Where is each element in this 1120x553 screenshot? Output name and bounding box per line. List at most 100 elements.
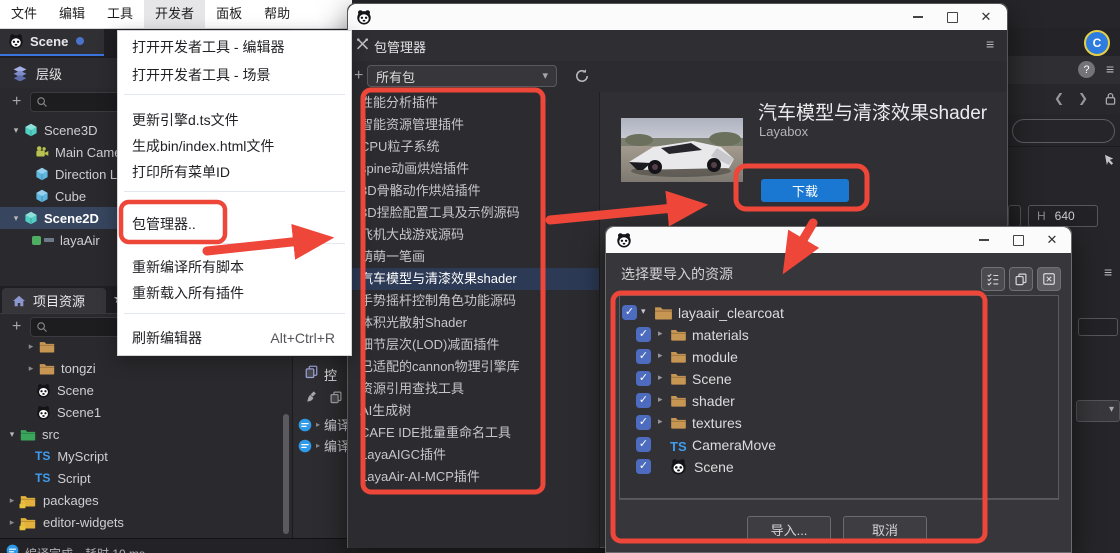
impdlg-titlebar[interactable]: ✕ bbox=[606, 227, 1071, 253]
tree-item-packages[interactable]: ▸ packages bbox=[0, 489, 298, 511]
menu-tools[interactable]: 工具 bbox=[96, 0, 144, 28]
minimize-button[interactable] bbox=[901, 4, 935, 30]
height-field[interactable]: H 640 bbox=[1028, 205, 1098, 227]
package-item[interactable]: LayaAir-AI-MCP插件 bbox=[348, 466, 599, 488]
close-button[interactable]: ✕ bbox=[969, 4, 1003, 30]
expand-caret-icon[interactable]: ▸ bbox=[658, 416, 663, 427]
minimize-button[interactable] bbox=[967, 227, 1001, 253]
package-item[interactable]: 3D骨骼动作烘焙插件 bbox=[348, 180, 599, 202]
inspector-dropdown-partial[interactable]: ▾ bbox=[1076, 400, 1120, 422]
expand-caret-icon[interactable]: ▾ bbox=[6, 429, 18, 440]
log-expand-icon[interactable]: ▸ bbox=[312, 441, 324, 450]
menu-developer[interactable]: 开发者 bbox=[144, 0, 205, 28]
menu-item-update-dts[interactable]: 更新引擎d.ts文件 bbox=[118, 107, 351, 133]
menu-item-refresh-editor[interactable]: 刷新编辑器 Alt+Ctrl+R bbox=[118, 325, 351, 351]
package-item[interactable]: 智能资源管理插件 bbox=[348, 114, 599, 136]
lock-icon[interactable] bbox=[1103, 91, 1118, 106]
tab-project-resources[interactable]: 项目资源 bbox=[2, 288, 106, 313]
pkg-tab-label[interactable]: 包管理器 bbox=[374, 37, 426, 56]
checkbox-checked[interactable]: ✓ bbox=[622, 305, 637, 320]
package-item[interactable]: 性能分析插件 bbox=[348, 92, 599, 114]
w-field-sliver[interactable] bbox=[1008, 205, 1021, 227]
package-item[interactable]: 已适配的cannon物理引擎库 bbox=[348, 356, 599, 378]
checkbox-checked[interactable]: ✓ bbox=[636, 415, 651, 430]
copy-selection-icon[interactable] bbox=[1009, 267, 1033, 291]
package-item[interactable]: LayaAIGC插件 bbox=[348, 444, 599, 466]
add-asset-button[interactable]: + bbox=[12, 319, 21, 335]
hamburger-menu-icon[interactable]: ≡ bbox=[1106, 61, 1114, 77]
tree-item-scene-asset[interactable]: Scene bbox=[0, 379, 328, 401]
close-button[interactable]: ✕ bbox=[1035, 227, 1069, 253]
expand-caret-icon[interactable]: ▾ bbox=[641, 306, 646, 317]
checkbox-checked[interactable]: ✓ bbox=[636, 327, 651, 342]
menu-item-open-devtools-scene[interactable]: 打开开发者工具 - 场景 bbox=[118, 62, 351, 88]
menu-item-print-menu-ids[interactable]: 打印所有菜单ID bbox=[118, 159, 351, 185]
menu-panel[interactable]: 面板 bbox=[205, 0, 253, 28]
project-scrollbar[interactable] bbox=[283, 414, 289, 534]
checkbox-checked[interactable]: ✓ bbox=[636, 371, 651, 386]
package-filter-select[interactable]: 所有包 ▾ bbox=[367, 65, 557, 87]
clear-selection-icon[interactable] bbox=[1037, 267, 1061, 291]
import-row[interactable]: ✓ ▸ Scene bbox=[620, 368, 1058, 390]
expand-caret-icon[interactable]: ▾ bbox=[10, 213, 22, 224]
expand-caret-icon[interactable]: ▸ bbox=[658, 350, 663, 361]
import-row-cameramove[interactable]: ✓ TS CameraMove bbox=[620, 434, 1058, 456]
menu-item-package-manager[interactable]: 包管理器.. bbox=[118, 209, 351, 239]
inspector-field-partial[interactable] bbox=[1078, 318, 1118, 336]
menu-item-reload-plugins[interactable]: 重新载入所有插件 bbox=[118, 280, 351, 306]
tree-item-tongzi[interactable]: ▸ tongzi bbox=[0, 357, 317, 379]
clear-console-broom-icon[interactable] bbox=[305, 390, 319, 404]
expand-caret-icon[interactable]: ▸ bbox=[25, 363, 37, 374]
expand-caret-icon[interactable]: ▸ bbox=[658, 372, 663, 383]
add-node-button[interactable]: + bbox=[12, 94, 21, 110]
package-item[interactable]: 细节层次(LOD)减面插件 bbox=[348, 334, 599, 356]
package-item[interactable]: 飞机大战游戏源码 bbox=[348, 224, 599, 246]
menu-item-open-devtools-editor[interactable]: 打开开发者工具 - 编辑器 bbox=[118, 34, 351, 60]
pkg-panel-menu-icon[interactable]: ≡ bbox=[986, 36, 994, 52]
package-item[interactable]: 体积光散射Shader bbox=[348, 312, 599, 334]
log-entry[interactable]: ▸ 编译 bbox=[298, 436, 350, 455]
tab-scene[interactable]: Scene bbox=[0, 28, 104, 56]
import-row-root[interactable]: ✓ ▾ layaair_clearcoat bbox=[620, 302, 1058, 324]
menu-help[interactable]: 帮助 bbox=[253, 0, 301, 28]
package-item[interactable]: 手势摇杆控制角色功能源码 bbox=[348, 290, 599, 312]
package-item[interactable]: 资源引用查找工具 bbox=[348, 378, 599, 400]
select-all-checklist-icon[interactable] bbox=[981, 267, 1005, 291]
menu-item-generate-index[interactable]: 生成bin/index.html文件 bbox=[118, 133, 351, 159]
inspector-name-input[interactable] bbox=[1012, 119, 1115, 143]
nav-back-icon[interactable]: ❮ bbox=[1054, 91, 1064, 105]
import-row[interactable]: ✓ ▸ module bbox=[620, 346, 1058, 368]
nav-forward-icon[interactable]: ❯ bbox=[1078, 91, 1088, 105]
package-item[interactable]: CAFE IDE批量重命名工具 bbox=[348, 422, 599, 444]
pick-target-cursor-icon[interactable] bbox=[1102, 153, 1117, 168]
expand-caret-icon[interactable]: ▸ bbox=[658, 394, 663, 405]
menu-edit[interactable]: 编辑 bbox=[48, 0, 96, 28]
import-row[interactable]: ✓ ▸ shader bbox=[620, 390, 1058, 412]
help-icon[interactable]: ? bbox=[1078, 61, 1095, 78]
refresh-icon[interactable] bbox=[574, 68, 590, 84]
expand-caret-icon[interactable]: ▸ bbox=[658, 328, 663, 339]
log-expand-icon[interactable]: ▸ bbox=[312, 420, 324, 429]
expand-caret-icon[interactable]: ▸ bbox=[6, 495, 18, 506]
tree-item-myscript[interactable]: TS MyScript bbox=[0, 445, 327, 467]
copy-log-icon[interactable] bbox=[329, 390, 343, 404]
cancel-button[interactable]: 取消 bbox=[843, 516, 927, 542]
add-package-button[interactable]: + bbox=[354, 68, 363, 84]
hamburger-menu-icon[interactable]: ≡ bbox=[1104, 264, 1112, 280]
console-tab-label[interactable]: 控 bbox=[324, 365, 337, 384]
tree-item-editor-widgets[interactable]: ▸ editor-widgets bbox=[0, 511, 298, 533]
expand-caret-icon[interactable]: ▸ bbox=[6, 517, 18, 528]
avatar[interactable]: C bbox=[1084, 30, 1110, 56]
pkgwin-titlebar[interactable]: ✕ bbox=[348, 4, 1007, 30]
package-item[interactable]: 萌萌一笔画 bbox=[348, 246, 599, 268]
import-row[interactable]: ✓ ▸ textures bbox=[620, 412, 1058, 434]
checkbox-checked[interactable]: ✓ bbox=[636, 459, 651, 474]
log-entry[interactable]: ▸ 编译 bbox=[298, 415, 350, 434]
package-item[interactable]: spine动画烘焙插件 bbox=[348, 158, 599, 180]
expand-caret-icon[interactable]: ▸ bbox=[25, 341, 37, 352]
checkbox-checked[interactable]: ✓ bbox=[636, 349, 651, 364]
package-item[interactable]: 3D捏脸配置工具及示例源码 bbox=[348, 202, 599, 224]
package-item[interactable]: AI生成树 bbox=[348, 400, 599, 422]
checkbox-checked[interactable]: ✓ bbox=[636, 437, 651, 452]
import-button[interactable]: 导入... bbox=[747, 516, 831, 542]
